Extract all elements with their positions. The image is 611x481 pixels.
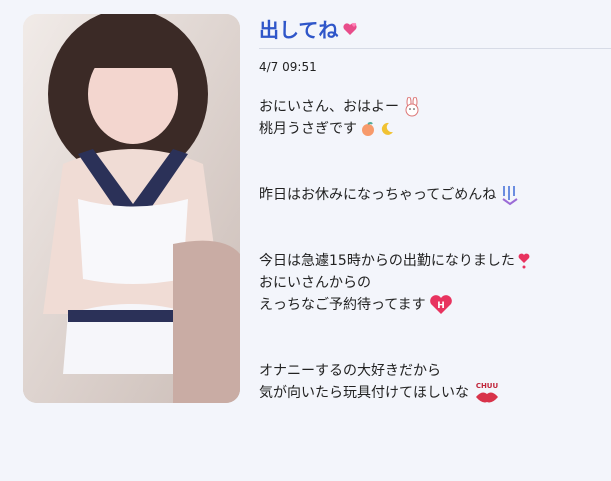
post-date: 4/7 09:51 [259,60,317,74]
message-line: 気が向いたら玩具付けてほしいな CHUU [259,382,599,404]
message-text: おにいさん、おはよー [259,99,399,115]
bunny-icon [405,97,419,117]
message-line: 桃月うさぎです [259,118,599,140]
heart-exclaim-icon [518,253,530,269]
photo-image [23,14,240,403]
message-body: おにいさん、おはよー 桃月うさぎです 昨日はお休みになっちゃってごめんね 今日は… [259,96,599,404]
message-text: えっちなご予約待ってます [259,297,426,313]
message-text: オナニーするの大好きだから [259,363,441,379]
pink-hearts-icon [343,22,358,35]
title-divider [259,48,611,49]
moon-icon [381,122,393,135]
message-text: おにいさんからの [259,275,371,291]
message-line: 昨日はお休みになっちゃってごめんね [259,184,599,206]
lips-icon: CHUU [476,382,499,403]
message-line: えっちなご予約待ってます H [259,294,599,316]
message-line: おにいさん、おはよー [259,96,599,118]
message-line: 今日は急遽15時からの出勤になりました [259,250,599,272]
heart-h-icon: H [429,295,452,314]
message-text: 桃月うさぎです [259,121,357,137]
sweat-drops-icon [502,186,518,206]
profile-photo[interactable] [23,14,240,403]
message-line: おにいさんからの [259,272,599,294]
message-text: 今日は急遽15時からの出勤になりました [259,253,515,269]
svg-text:H: H [437,301,445,311]
chu-text: CHUU [476,382,499,390]
post-title-text: 出してね [259,18,339,42]
peach-icon [362,122,374,136]
message-text: 気が向いたら玩具付けてほしいな [259,385,469,401]
message-line: オナニーするの大好きだから [259,360,599,382]
post-title: 出してね [259,14,358,43]
message-text: 昨日はお休みになっちゃってごめんね [259,187,497,203]
